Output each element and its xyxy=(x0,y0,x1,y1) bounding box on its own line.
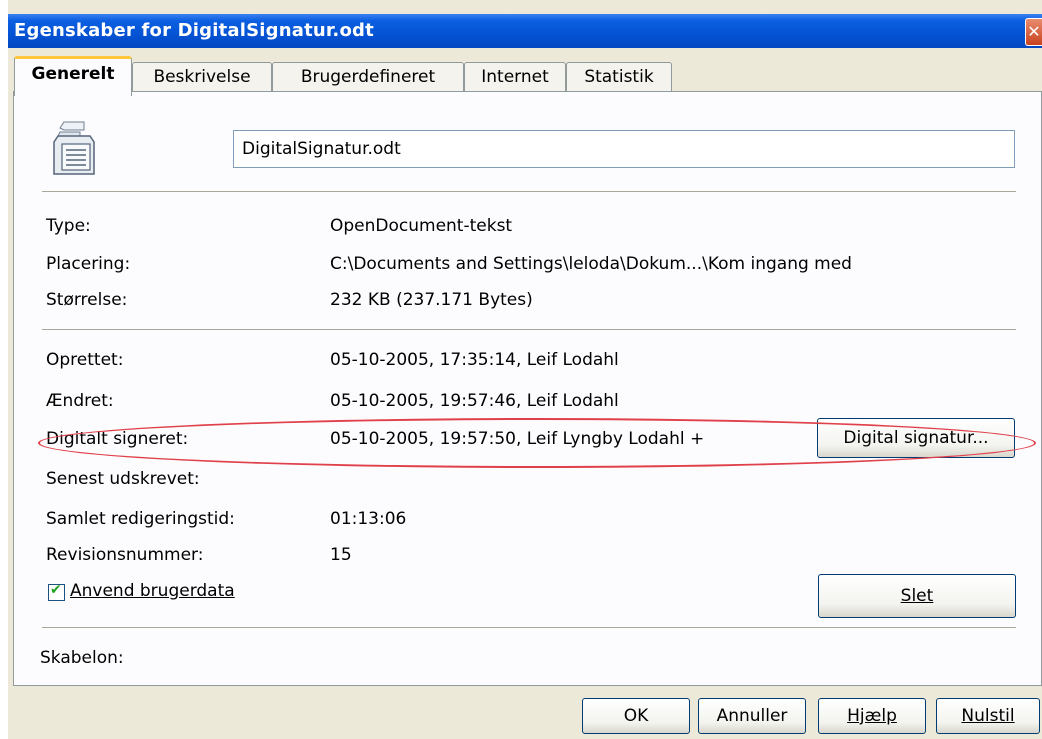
digital-signature-button-label: Digital signatur... xyxy=(843,428,989,448)
writer-document-icon xyxy=(53,121,95,175)
tab-label: Generelt xyxy=(31,64,115,84)
revision-value: 15 xyxy=(330,545,352,565)
properties-dialog: Egenskaber for DigitalSignatur.odt ✕ Gen… xyxy=(0,0,1042,739)
close-icon: ✕ xyxy=(1027,22,1041,41)
use-user-data-label[interactable]: Anvend brugerdata xyxy=(70,581,235,601)
delete-button[interactable]: Slet xyxy=(818,574,1016,618)
reset-button[interactable]: Nulstil xyxy=(936,698,1040,734)
reset-button-label: Nulstil xyxy=(961,706,1015,726)
type-label: Type: xyxy=(46,216,91,236)
location-value: C:\Documents and Settings\leloda\Dokum..… xyxy=(330,254,852,274)
separator xyxy=(42,329,1016,330)
help-button-label: Hjælp xyxy=(847,706,897,726)
signed-value: 05-10-2005, 19:57:50, Leif Lyngby Lodahl… xyxy=(330,429,705,449)
tab-brugerdefineret[interactable]: Brugerdefineret xyxy=(272,62,464,91)
size-label: Størrelse: xyxy=(46,290,128,310)
cancel-button[interactable]: Annuller xyxy=(698,698,806,734)
type-value: OpenDocument-tekst xyxy=(330,216,513,236)
check-icon: ✔ xyxy=(50,582,62,598)
tab-label: Statistik xyxy=(584,67,654,87)
created-value: 05-10-2005, 17:35:14, Leif Lodahl xyxy=(330,350,619,370)
window-left-edge xyxy=(0,0,8,739)
close-button[interactable]: ✕ xyxy=(1025,18,1042,46)
window-title: Egenskaber for DigitalSignatur.odt xyxy=(14,20,374,41)
use-user-data-checkbox[interactable]: ✔ xyxy=(48,582,65,601)
cancel-button-label: Annuller xyxy=(716,706,788,726)
filename-field[interactable]: DigitalSignatur.odt xyxy=(233,130,1015,168)
tab-beskrivelse[interactable]: Beskrivelse xyxy=(132,62,272,91)
created-label: Oprettet: xyxy=(46,350,124,370)
title-bar[interactable]: Egenskaber for DigitalSignatur.odt ✕ xyxy=(8,14,1042,48)
template-label: Skabelon: xyxy=(40,648,124,668)
tab-generelt[interactable]: Generelt xyxy=(14,56,132,96)
ok-button[interactable]: OK xyxy=(582,698,690,734)
editing-time-label: Samlet redigeringstid: xyxy=(46,509,235,529)
tab-label: Internet xyxy=(481,67,549,87)
location-label: Placering: xyxy=(46,254,131,274)
size-value: 232 KB (237.171 Bytes) xyxy=(330,290,533,310)
revision-label: Revisionsnummer: xyxy=(46,545,204,565)
printed-label: Senest udskrevet: xyxy=(46,469,200,489)
ok-button-label: OK xyxy=(623,706,649,726)
modified-value: 05-10-2005, 19:57:46, Leif Lodahl xyxy=(330,391,619,411)
tab-statistik[interactable]: Statistik xyxy=(566,62,672,91)
delete-button-label: Slet xyxy=(900,586,934,606)
tab-label: Brugerdefineret xyxy=(300,67,436,87)
tab-label: Beskrivelse xyxy=(153,67,251,87)
separator xyxy=(42,627,1016,628)
modified-label: Ændret: xyxy=(46,391,114,411)
editing-time-value: 01:13:06 xyxy=(330,509,407,529)
signed-label: Digitalt signeret: xyxy=(46,429,189,449)
digital-signature-button[interactable]: Digital signatur... xyxy=(817,418,1015,458)
separator xyxy=(42,191,1016,192)
help-button[interactable]: Hjælp xyxy=(818,698,926,734)
tab-internet[interactable]: Internet xyxy=(464,62,566,91)
